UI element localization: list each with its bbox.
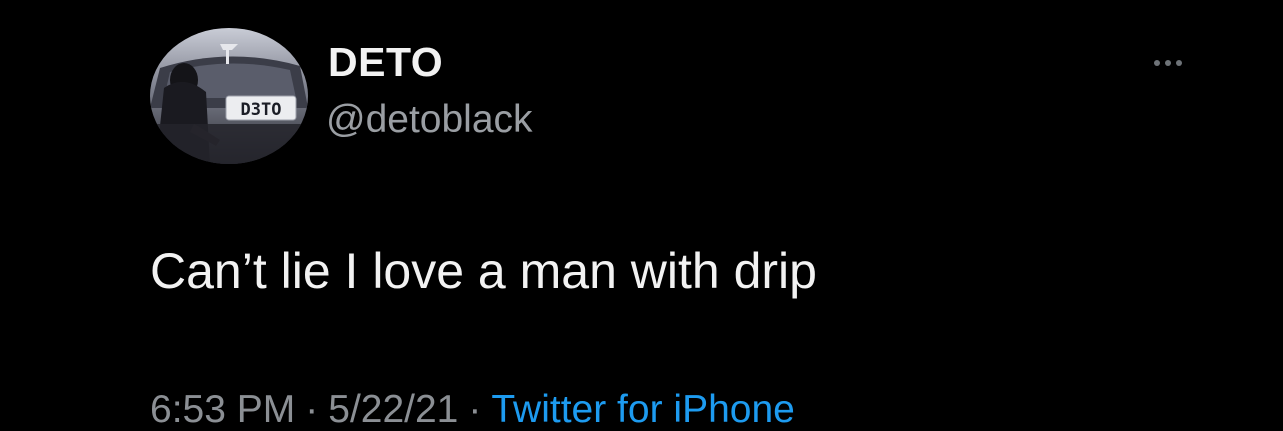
more-horizontal-icon <box>1154 60 1160 66</box>
separator: · <box>468 388 482 431</box>
tweet-time[interactable]: 6:53 PM <box>150 388 295 431</box>
tweet-text: Can’t lie I love a man with drip <box>150 243 817 299</box>
separator: · <box>305 388 319 431</box>
user-handle[interactable]: @detoblack <box>326 100 533 139</box>
avatar[interactable]: D3TO <box>150 28 308 164</box>
tweet-metadata: 6:53 PM · 5/22/21 · Twitter for iPhone <box>150 390 795 429</box>
tweet-source-link[interactable]: Twitter for iPhone <box>491 388 794 431</box>
tweet-card: D3TO DETO @detoblack Can’t lie I love a … <box>0 0 1283 429</box>
display-name[interactable]: DETO <box>328 42 443 83</box>
more-options-button[interactable] <box>1140 50 1196 76</box>
avatar-plate-text: D3TO <box>241 100 282 120</box>
tweet-date[interactable]: 5/22/21 <box>328 388 458 431</box>
more-horizontal-icon-dot <box>1165 60 1171 66</box>
more-horizontal-icon-dot <box>1176 60 1182 66</box>
avatar-image: D3TO <box>150 28 308 164</box>
